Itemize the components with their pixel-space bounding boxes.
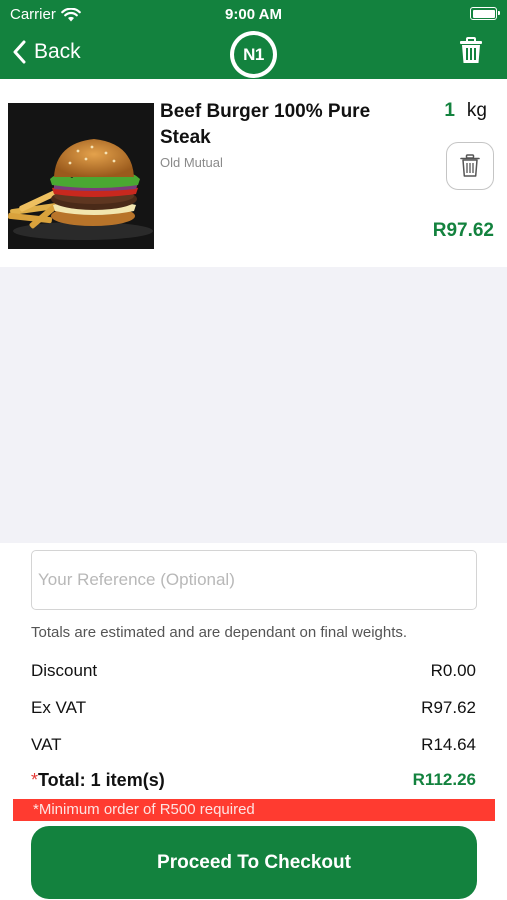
cart-item: Beef Burger 100% Pure Steak Old Mutual 1… (0, 79, 507, 267)
brand-logo: N1 (230, 31, 277, 78)
battery-icon (470, 7, 500, 20)
quantity-value: 1 (444, 100, 455, 121)
exvat-value: R97.62 (421, 698, 476, 717)
empty-list-area (0, 267, 507, 543)
product-vendor: Old Mutual (160, 155, 223, 170)
order-summary: Totals are estimated and are dependant o… (0, 543, 507, 900)
quantity-display[interactable]: 1 kg (444, 100, 487, 122)
required-asterisk: * (31, 770, 39, 790)
back-button[interactable]: Back (12, 35, 81, 69)
status-time: 9:00 AM (225, 6, 282, 23)
vat-label: VAT (31, 735, 62, 754)
clear-cart-button[interactable] (459, 37, 483, 70)
product-price: R97.62 (432, 220, 494, 241)
status-bar: Carrier 9:00 AM (0, 0, 507, 28)
total-value: R112.26 (412, 770, 476, 789)
vat-value: R14.64 (421, 735, 476, 754)
total-label: Total: 1 item(s) (38, 770, 165, 790)
discount-value: R0.00 (430, 661, 476, 680)
total-label-wrap: *Total: 1 item(s) (31, 770, 165, 791)
exvat-label: Ex VAT (31, 698, 87, 717)
trash-icon (460, 154, 480, 177)
estimate-note: Totals are estimated and are dependant o… (31, 624, 408, 641)
chevron-left-icon (13, 40, 26, 64)
burger-image (8, 103, 154, 249)
back-label: Back (34, 40, 81, 63)
product-image (8, 103, 154, 249)
exvat-row: Ex VAT R97.62 (31, 698, 476, 718)
reference-input[interactable] (31, 550, 477, 610)
proceed-checkout-button[interactable]: Proceed To Checkout (31, 826, 477, 899)
quantity-unit: kg (466, 100, 487, 121)
brand-logo-text: N1 (234, 35, 273, 74)
vat-row: VAT R14.64 (31, 735, 476, 755)
discount-row: Discount R0.00 (31, 661, 476, 681)
product-name: Beef Burger 100% Pure Steak (160, 101, 371, 148)
total-row: *Total: 1 item(s) R112.26 (31, 770, 476, 791)
top-bar: Carrier 9:00 AM Back N1 (0, 0, 507, 79)
minimum-order-warning: *Minimum order of R500 required (13, 799, 495, 821)
remove-item-button[interactable] (446, 142, 494, 190)
discount-label: Discount (31, 661, 98, 680)
trash-icon (460, 37, 482, 63)
